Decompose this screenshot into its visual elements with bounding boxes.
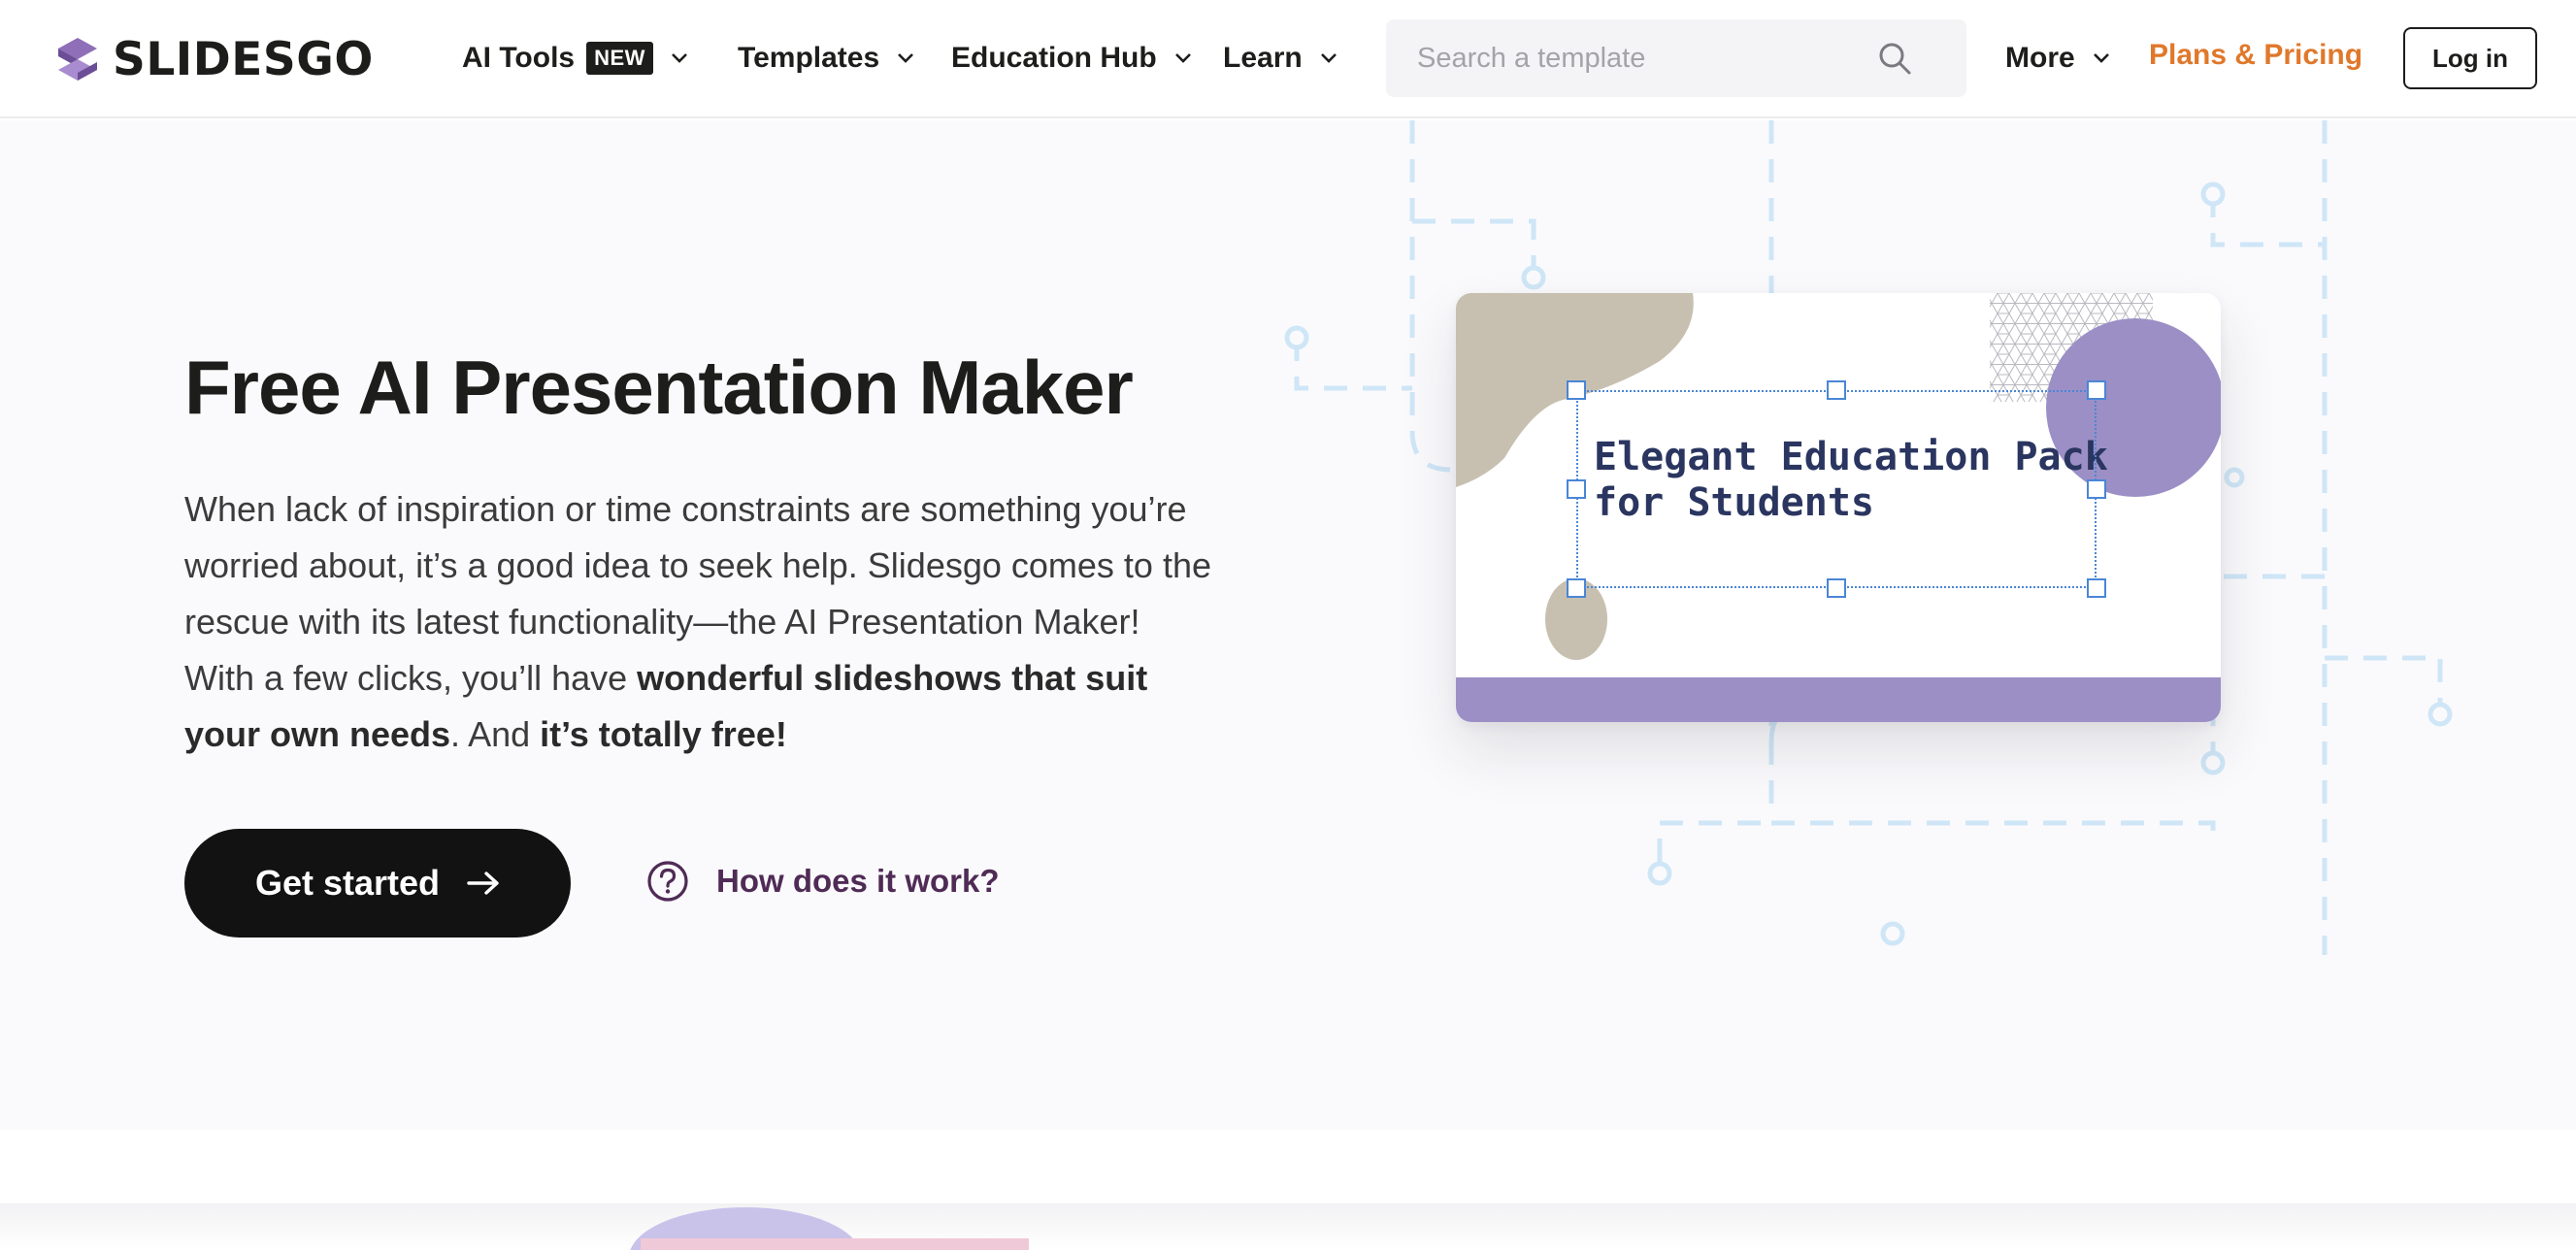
how-does-it-work-link[interactable]: How does it work? bbox=[646, 860, 1000, 903]
search-input[interactable] bbox=[1417, 42, 1873, 75]
resize-handle-top-left[interactable] bbox=[1567, 380, 1586, 400]
resize-handle-bottom[interactable] bbox=[1827, 578, 1846, 598]
text-selection-box[interactable] bbox=[1576, 390, 2097, 588]
hero-desc-bold-2: it’s totally free! bbox=[540, 714, 787, 754]
arrow-right-icon bbox=[467, 872, 499, 895]
login-button[interactable]: Log in bbox=[2403, 27, 2537, 89]
next-section-decoration bbox=[630, 1207, 1029, 1250]
nav-learn[interactable]: Learn bbox=[1223, 37, 1338, 80]
hero-description: When lack of inspiration or time constra… bbox=[184, 481, 1213, 763]
nav-education-hub[interactable]: Education Hub bbox=[951, 37, 1192, 80]
brand-name: SLIDESGO bbox=[113, 33, 374, 86]
resize-handle-top[interactable] bbox=[1827, 380, 1846, 400]
plans-pricing-link[interactable]: Plans & Pricing bbox=[2149, 39, 2362, 72]
chevron-down-icon bbox=[2093, 53, 2109, 63]
nav-education-hub-label: Education Hub bbox=[951, 42, 1157, 74]
top-navbar: SLIDESGO AI Tools NEW Templates Educatio… bbox=[0, 0, 2576, 118]
resize-handle-left[interactable] bbox=[1567, 479, 1586, 499]
nav-templates[interactable]: Templates bbox=[738, 37, 914, 80]
chevron-down-icon bbox=[898, 53, 914, 63]
search-icon[interactable] bbox=[1877, 41, 1912, 76]
get-started-label: Get started bbox=[254, 863, 441, 903]
page-title: Free AI Presentation Maker bbox=[184, 345, 1134, 430]
question-circle-icon bbox=[647, 861, 688, 902]
resize-handle-top-right[interactable] bbox=[2087, 380, 2106, 400]
slide-footer-bar bbox=[1456, 677, 2221, 722]
hero-section: Free AI Presentation Maker When lack of … bbox=[0, 120, 2576, 1130]
chevron-down-icon bbox=[672, 53, 687, 63]
slidesgo-logo[interactable]: SLIDESGO bbox=[52, 33, 374, 86]
get-started-button[interactable]: Get started bbox=[184, 829, 571, 938]
resize-handle-right[interactable] bbox=[2087, 479, 2106, 499]
search-bar bbox=[1386, 19, 1966, 97]
chevron-down-icon bbox=[1320, 53, 1337, 63]
how-does-it-work-label: How does it work? bbox=[716, 863, 1000, 899]
nav-more[interactable]: More bbox=[2005, 37, 2110, 80]
nav-ai-tools[interactable]: AI Tools NEW bbox=[462, 37, 688, 80]
chevron-down-icon bbox=[1174, 53, 1191, 63]
slide-preview: Elegant Education Pack for Students bbox=[1456, 293, 2221, 722]
next-section-peek bbox=[0, 1203, 2576, 1250]
hero-desc-part-2: . And bbox=[450, 714, 541, 754]
nav-templates-label: Templates bbox=[738, 42, 880, 74]
resize-handle-bottom-right[interactable] bbox=[2087, 578, 2106, 598]
nav-learn-label: Learn bbox=[1223, 42, 1303, 74]
resize-handle-bottom-left[interactable] bbox=[1567, 578, 1586, 598]
nav-more-label: More bbox=[2005, 42, 2075, 74]
new-badge: NEW bbox=[586, 42, 653, 75]
nav-ai-tools-label: AI Tools bbox=[462, 42, 576, 74]
slidesgo-logo-icon bbox=[58, 37, 97, 81]
